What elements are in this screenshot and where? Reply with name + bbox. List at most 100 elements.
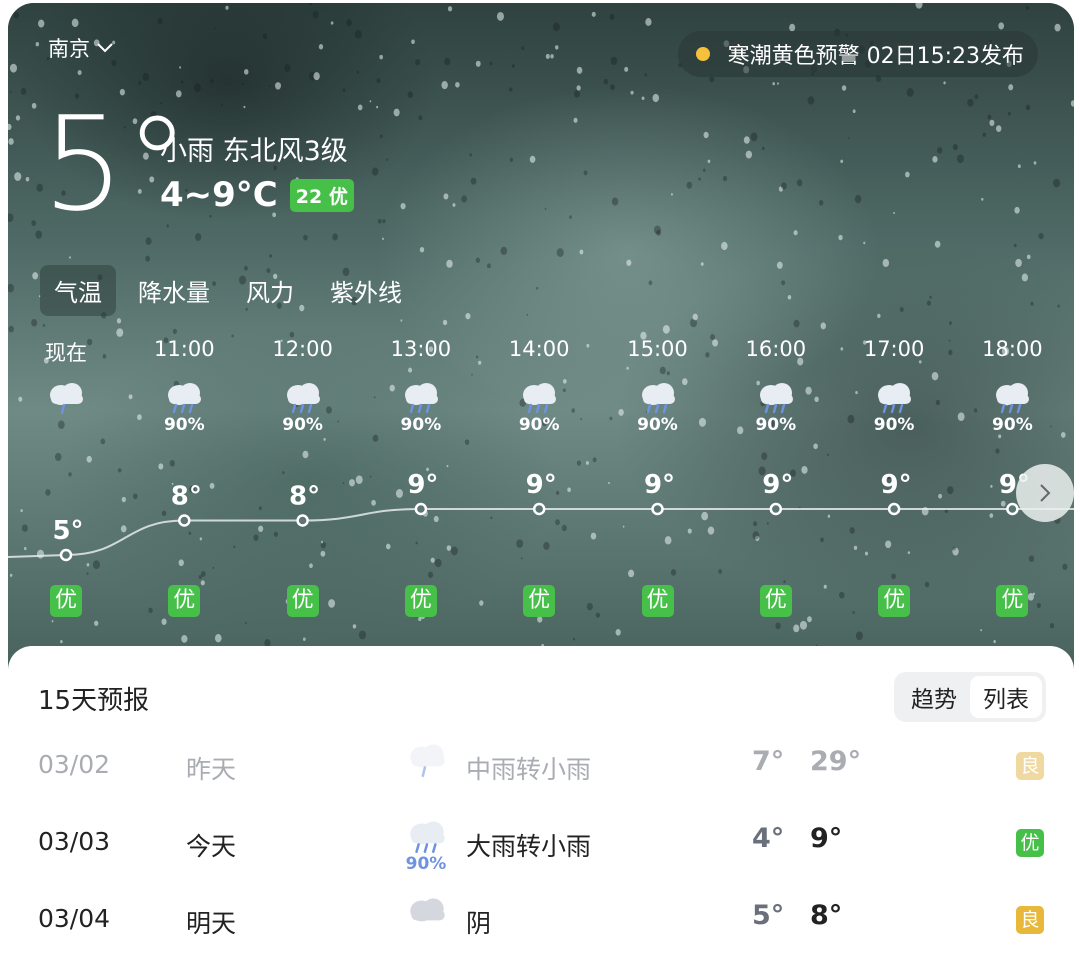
hour-column: 12:00 90% (253, 337, 353, 439)
temperature-point (178, 514, 191, 527)
hour-time: 12:00 (272, 337, 333, 361)
temperature-point (296, 514, 309, 527)
hour-precip: 90% (400, 415, 442, 435)
forecast-row[interactable]: 03/02 昨天 中雨转小雨 7° 29° 良 (8, 730, 1074, 800)
heavy-rain-cloud-icon (872, 377, 916, 415)
hour-time: 现在 (45, 341, 87, 365)
hour-column: 11:00 90% (134, 337, 234, 439)
hour-precip: 90% (755, 415, 797, 435)
alert-dot-icon (695, 47, 710, 61)
weather-card: 南京 寒潮黄色预警 02日15:23发布 5° 小雨 东北风3级 4~9°C 2… (8, 3, 1074, 964)
hour-column: 14:00 90% (489, 337, 589, 439)
forecast-description: 中雨转小雨 (466, 755, 592, 784)
temperature-label: 9° (526, 470, 557, 500)
heavy-rain-cloud-icon (517, 377, 561, 415)
forecast-day: 今天 (186, 832, 237, 861)
temperature-label: 8° (289, 482, 320, 512)
aqi-badge[interactable]: 22 优 (289, 178, 354, 212)
tab-precipitation[interactable]: 降水量 (124, 265, 224, 316)
temperature-label: 9° (881, 470, 912, 500)
hour-aqi-badge: 优 (286, 585, 319, 617)
today-temp-range: 4~9°C (160, 175, 278, 215)
hour-aqi-badge: 优 (878, 585, 911, 617)
temperature-point (1006, 502, 1019, 516)
hour-column: 16:00 90% (726, 337, 826, 439)
hour-time: 18:00 (982, 337, 1043, 361)
hour-column: 17:00 90% (844, 337, 944, 439)
view-list-button[interactable]: 列表 (970, 676, 1042, 718)
forecast-low: 7° (752, 746, 785, 777)
hour-column: 13:00 90% (371, 337, 471, 439)
today-range-row: 4~9°C 22 优 (160, 175, 354, 215)
heavy-rain-cloud-icon (399, 377, 443, 415)
forecast-quality-badge: 优 (1016, 829, 1044, 857)
fifteen-day-forecast: 15天预报 趋势 列表 03/02 昨天 中雨转小雨 7° 29° 良 03/03 今天 90%… (8, 646, 1074, 964)
hour-column: 15:00 90% (608, 337, 708, 439)
rain-cloud-icon (404, 738, 450, 778)
hourly-temperature-curve: 5°8° 8° 9° 9° 9° 9° 9° 9° (8, 470, 1074, 562)
hour-time: 11:00 (154, 337, 215, 361)
temperature-point (414, 502, 428, 516)
temperature-point (769, 502, 783, 516)
hour-precip: 90% (637, 415, 678, 435)
forecast-description: 大雨转小雨 (466, 832, 592, 861)
hour-precip: 90% (992, 415, 1033, 435)
hour-precip: 90% (518, 415, 560, 435)
hour-time: 14:00 (508, 337, 570, 361)
temperature-point (59, 548, 73, 562)
forecast-title: 15天预报 (38, 686, 150, 716)
hour-time: 17:00 (863, 337, 925, 361)
temperature-point (532, 502, 546, 516)
forecast-date: 03/04 (38, 904, 111, 933)
hour-precip (16, 415, 116, 439)
weather-alert-pill[interactable]: 寒潮黄色预警 02日15:23发布 (677, 31, 1038, 77)
temperature-label: 9° (407, 470, 438, 500)
hour-aqi-badge: 优 (641, 585, 674, 617)
hourly-tabs: 气温 降水量 风力 紫外线 (40, 265, 416, 316)
heavy-rain-cloud-icon (990, 377, 1034, 415)
heavy-rain-cloud-icon (404, 815, 450, 855)
hour-time: 15:00 (627, 337, 688, 361)
temperature-point (651, 502, 664, 516)
forecast-date: 03/02 (38, 750, 111, 779)
forecast-low: 5° (752, 900, 785, 931)
temperature-label: 9° (762, 470, 793, 500)
forecast-quality-badge: 良 (1016, 752, 1044, 780)
heavy-rain-cloud-icon (636, 377, 680, 415)
tab-uv[interactable]: 紫外线 (316, 265, 416, 316)
temperature-label: 8° (171, 482, 202, 512)
hour-aqi-badge: 优 (50, 585, 82, 617)
chevron-down-icon (97, 43, 113, 53)
hour-precip: 90% (282, 415, 323, 435)
tab-wind[interactable]: 风力 (232, 265, 308, 316)
chevron-right-icon (1040, 484, 1051, 502)
view-toggle: 趋势 列表 (894, 672, 1046, 722)
forecast-row[interactable]: 03/03 今天 90% 大雨转小雨 4° 9° 优 (8, 807, 1074, 877)
forecast-row[interactable]: 03/04 明天 阴 5° 8° 良 (8, 884, 1074, 954)
temperature-label: 5° (52, 516, 83, 546)
temperature-line (8, 508, 1074, 558)
forecast-day: 昨天 (186, 755, 237, 784)
alert-text: 寒潮黄色预警 02日15:23发布 (727, 44, 1024, 69)
forecast-precip: 90% (405, 854, 447, 874)
current-condition: 小雨 东北风3级 (160, 136, 348, 167)
hour-aqi-badge: 优 (523, 585, 556, 617)
forecast-day: 明天 (186, 909, 237, 938)
heavy-rain-cloud-icon (162, 377, 206, 415)
hour-aqi-badge: 优 (996, 585, 1029, 617)
heavy-rain-cloud-icon (281, 377, 325, 415)
forecast-quality-badge: 良 (1016, 906, 1044, 934)
forecast-date: 03/03 (38, 827, 111, 856)
forecast-high: 8° (810, 900, 843, 931)
hour-time: 13:00 (390, 337, 452, 361)
view-trend-button[interactable]: 趋势 (898, 676, 970, 718)
city-selector[interactable]: 南京 (48, 33, 114, 63)
overcast-cloud-icon (404, 892, 450, 932)
scroll-next-button[interactable] (1016, 464, 1074, 522)
tab-temperature[interactable]: 气温 (40, 265, 116, 316)
hour-time: 16:00 (745, 337, 807, 361)
hour-aqi-badge: 优 (759, 585, 792, 617)
rain-cloud-icon (44, 377, 88, 415)
hour-precip: 90% (873, 415, 915, 435)
hour-precip: 90% (163, 415, 205, 435)
